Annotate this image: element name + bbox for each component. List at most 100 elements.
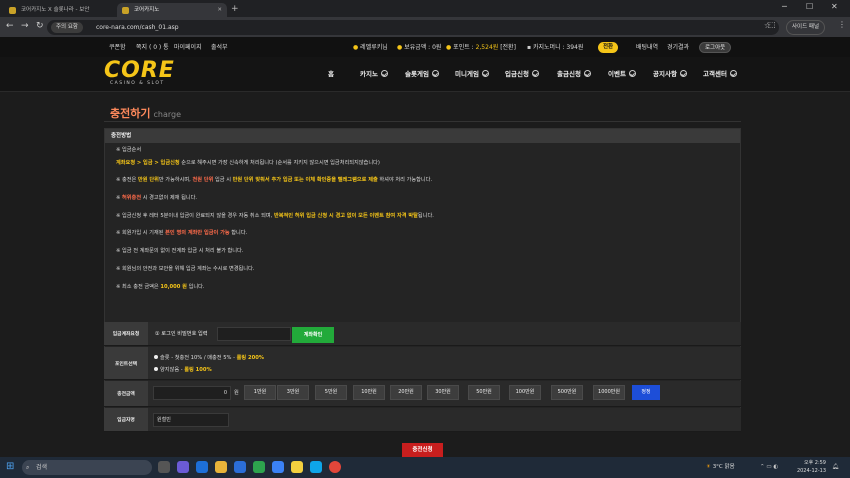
- amount-button[interactable]: 500만원: [551, 385, 583, 400]
- nav-casino[interactable]: 카지노: [360, 57, 388, 92]
- site-header: CORE CASINO & SLOT 홈 카지노 슬롯게임 미니게임 입금신청 …: [0, 57, 850, 92]
- side-panel-button[interactable]: 사이드 패널: [786, 20, 826, 35]
- extensions-icon[interactable]: ⬚: [768, 20, 776, 29]
- amount-button[interactable]: 50만원: [468, 385, 500, 400]
- outlook-icon[interactable]: [196, 461, 208, 473]
- nav-notice[interactable]: 공지사항: [653, 57, 687, 92]
- nav-deposit[interactable]: 입금신청: [505, 57, 539, 92]
- browser-tab-active[interactable]: 코어카지노 ✕: [117, 3, 227, 17]
- reload-icon[interactable]: ↻: [36, 21, 44, 31]
- back-icon[interactable]: ←: [6, 21, 14, 31]
- amount-button[interactable]: 3만원: [277, 385, 309, 400]
- nav-label: 입금신청: [505, 70, 529, 78]
- nav-label: 슬롯게임: [405, 70, 429, 78]
- logo-text: CORE: [104, 58, 175, 83]
- amount-button[interactable]: 1000만원: [593, 385, 625, 400]
- account-check-button[interactable]: 계좌확인: [292, 327, 334, 343]
- amount-button[interactable]: 30만원: [427, 385, 459, 400]
- game-results-link[interactable]: 경기결과: [667, 38, 689, 57]
- rule-text: ※ 입금신청 후 레터 5분이내 입금이 완료되지 않을 경우 자동 취소 되며…: [116, 213, 274, 219]
- rule-item: ※ 최소 충전 금액은 10,000 원 입니다.: [116, 283, 205, 290]
- amount-button[interactable]: 20만원: [390, 385, 422, 400]
- logo[interactable]: CORE CASINO & SLOT: [104, 58, 175, 87]
- radio-icon[interactable]: [154, 355, 158, 359]
- point-option-1[interactable]: 슬롯 - 첫충전 10% / 매충전 5% - 롤링 200%: [154, 354, 264, 361]
- weather[interactable]: ☀ 3°C 맑음: [706, 457, 735, 478]
- new-tab-button[interactable]: +: [231, 3, 239, 15]
- nav-label: 미니게임: [455, 70, 479, 78]
- omnibox[interactable]: 주의 요함 core-nara.com/cash_01.asp ☆: [47, 20, 779, 35]
- chrome-icon[interactable]: [329, 461, 341, 473]
- messages-link[interactable]: 쪽지 ( 0 ) 통: [136, 38, 169, 57]
- password-input[interactable]: [217, 327, 291, 341]
- betting-history-link[interactable]: 배팅내역: [636, 38, 658, 57]
- attendance-link[interactable]: 출석부: [211, 38, 228, 57]
- task-view-icon[interactable]: [158, 461, 170, 473]
- browser-icon[interactable]: [310, 461, 322, 473]
- nav-slot[interactable]: 슬롯게임: [405, 57, 439, 92]
- taskbar-search-label: 검색: [36, 464, 48, 471]
- menu-dots-icon[interactable]: ⋮: [838, 20, 846, 29]
- point-convert-link[interactable]: [전환]: [498, 44, 516, 51]
- depositor-input[interactable]: 원철빈: [153, 413, 229, 427]
- address-bar: ← → ↻ 주의 요함 core-nara.com/cash_01.asp ☆ …: [0, 17, 850, 38]
- nav-home[interactable]: 홈: [328, 57, 334, 92]
- option1-highlight: 롤링 200%: [236, 355, 265, 361]
- close-window-icon[interactable]: ✕: [831, 2, 838, 11]
- page-title: 충전하기 charge: [110, 105, 181, 121]
- minimize-icon[interactable]: ─: [782, 2, 787, 11]
- point-option-2[interactable]: 양지않음 - 롤링 100%: [154, 366, 212, 373]
- edge-icon[interactable]: [234, 461, 246, 473]
- amount-button[interactable]: 100만원: [509, 385, 541, 400]
- level-badge: ● 레벨루키님: [353, 38, 388, 57]
- mypage-link[interactable]: 마이페이지: [174, 38, 202, 57]
- option2-text: 양지않음 -: [160, 367, 185, 373]
- windows-start-icon[interactable]: ⊞: [6, 461, 14, 473]
- rule-item: 계좌요청 > 입금 > 입금신청 순으로 해주시면 가장 신속하게 처리됩니다 …: [116, 159, 380, 166]
- amount-input[interactable]: 0: [153, 386, 231, 400]
- clock-time: 오후 2:59: [803, 460, 826, 466]
- convert-button[interactable]: 전환: [598, 42, 619, 53]
- user-level: 레벨루키님: [360, 44, 388, 51]
- rule-text: 입니다.: [186, 284, 205, 290]
- points[interactable]: ● 포인트 : 2,524원 [전환]: [446, 38, 516, 57]
- nav-label: 고객센터: [703, 70, 727, 78]
- store-icon[interactable]: [253, 461, 265, 473]
- amount-button[interactable]: 10만원: [353, 385, 385, 400]
- browser-tab[interactable]: 코어카지노 X 슬롯나라 - 보안: [4, 3, 115, 17]
- balance: ● 보유금액 : 0원: [397, 38, 441, 57]
- nav-withdraw[interactable]: 출금신청: [557, 57, 591, 92]
- coupon-link[interactable]: 쿠폰함: [109, 38, 126, 57]
- forward-icon[interactable]: →: [21, 21, 29, 31]
- balance-label: 보유금액 : 0원: [404, 44, 442, 51]
- file-explorer-icon[interactable]: [215, 461, 227, 473]
- notes-icon[interactable]: [291, 461, 303, 473]
- copilot-icon[interactable]: [177, 461, 189, 473]
- clock[interactable]: 오후 2:59 2024-12-13: [796, 459, 826, 475]
- nav-mini[interactable]: 미니게임: [455, 57, 489, 92]
- taskbar-search[interactable]: ⌕ 검색: [22, 460, 152, 475]
- rule-item: ※ 입금신청 후 레터 5분이내 입금이 완료되지 않을 경우 자동 취소 되며…: [116, 212, 434, 219]
- amount-button[interactable]: 1만원: [244, 385, 276, 400]
- account-request-label: 입금계좌요청: [104, 322, 148, 345]
- radio-icon[interactable]: [154, 367, 158, 371]
- point-label: 포인트 :: [453, 44, 476, 51]
- option2-highlight: 롤링 100%: [184, 367, 212, 373]
- rule-item: ※ 회원가입 시 기재된 본인 명의 계좌만 입금이 가능 합니다.: [116, 229, 247, 236]
- amount-button[interactable]: 5만원: [315, 385, 347, 400]
- tray-icons[interactable]: ⌃ ▭ ◐: [760, 457, 778, 478]
- page-title-sub: charge: [153, 110, 182, 119]
- mail-icon[interactable]: [272, 461, 284, 473]
- security-badge[interactable]: 주의 요함: [51, 22, 83, 33]
- maximize-icon[interactable]: ☐: [806, 2, 813, 11]
- url-text[interactable]: core-nara.com/cash_01.asp: [96, 20, 179, 35]
- rule-text: 만원 단위: [137, 177, 159, 183]
- nav-support[interactable]: 고객센터: [703, 57, 737, 92]
- notification-icon[interactable]: 🔔︎: [832, 457, 839, 478]
- logout-button[interactable]: 로그아웃: [699, 42, 732, 53]
- close-tab-icon[interactable]: ✕: [217, 3, 222, 17]
- reset-button[interactable]: 정정: [632, 385, 660, 400]
- amount-label: 충전금액: [104, 381, 148, 406]
- charge-submit-button[interactable]: 충전신청: [402, 443, 443, 457]
- nav-event[interactable]: 이벤트: [608, 57, 636, 92]
